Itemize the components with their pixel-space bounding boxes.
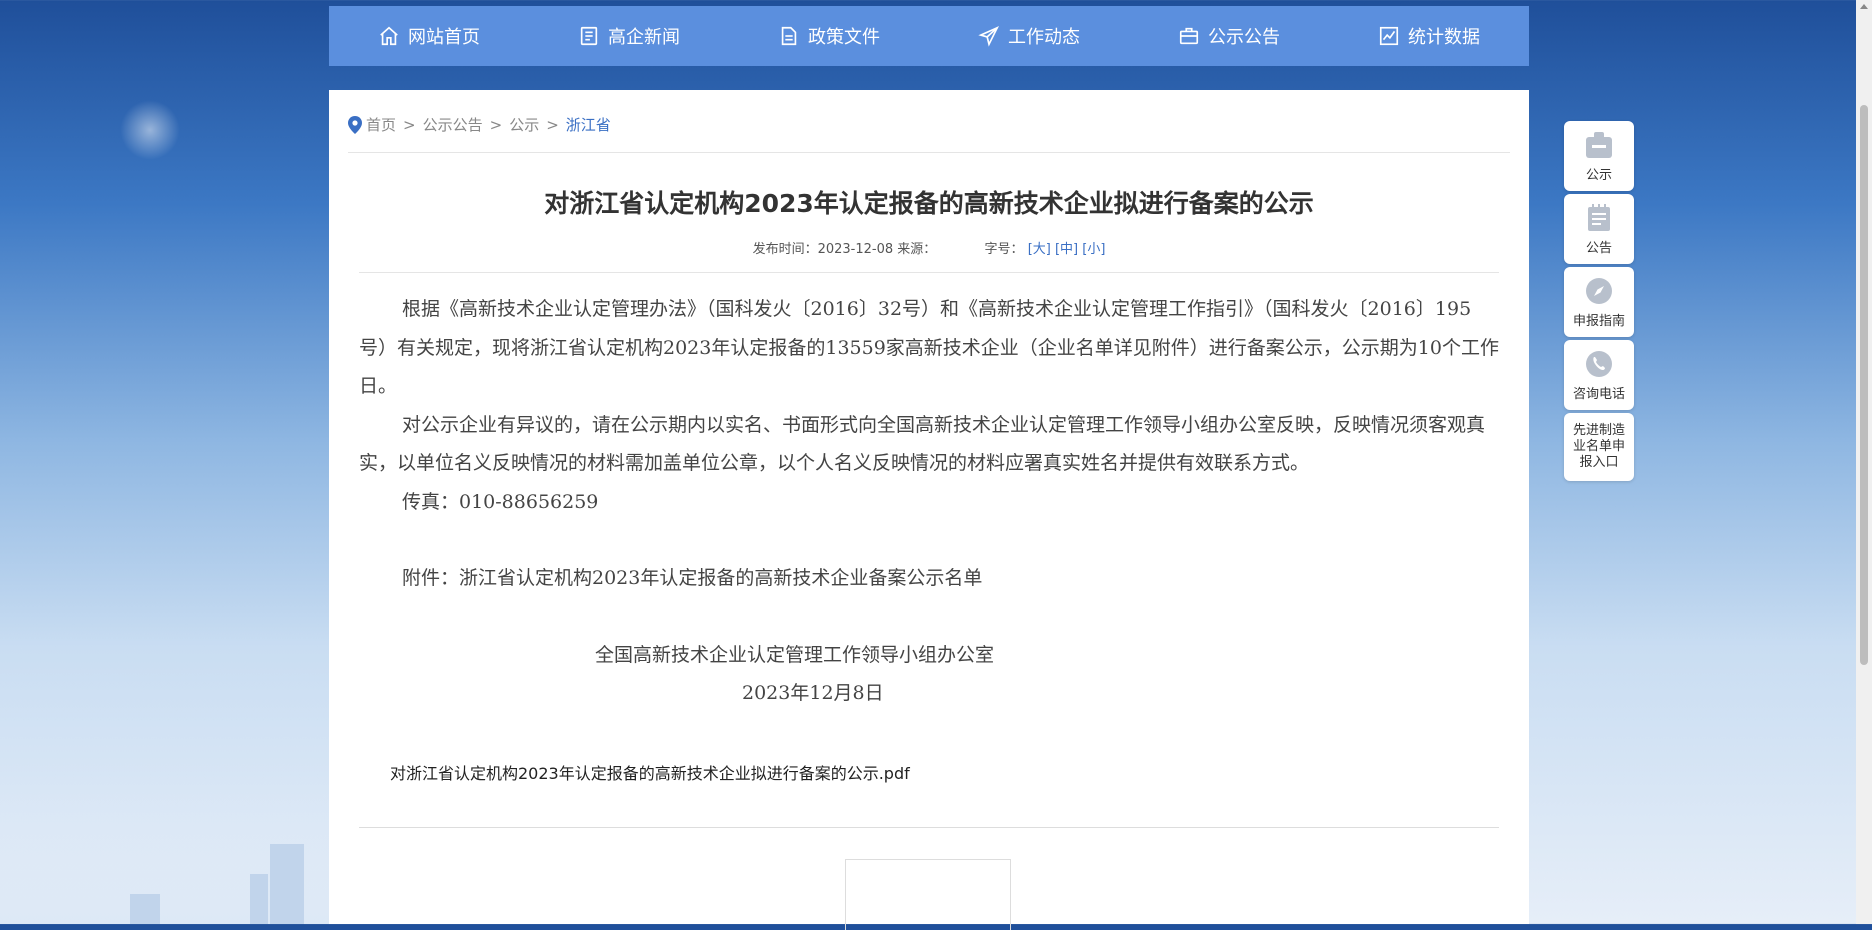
compass-icon [1586,277,1612,304]
side-label: 公示 [1585,167,1612,183]
signature-org: 全国高新技术企业认定管理工作领导小组办公室 [595,643,995,666]
divider [348,152,1510,153]
font-size-label: 字号： [984,242,1024,257]
background-glow [120,100,180,160]
notepad-icon [1588,203,1610,231]
breadcrumb: 首页 > 公示公告 > 公示 > 浙江省 [348,114,611,135]
pdf-attachment-link[interactable]: 对浙江省认定机构2023年认定报备的高新技术企业拟进行备案的公示.pdf [390,760,910,784]
divider [359,827,1499,828]
side-announcement-button[interactable]: 公告 [1564,194,1634,264]
nav-label: 政策文件 [808,27,880,48]
font-size-medium[interactable]: [中] [1055,242,1078,257]
paragraph: 传真：010-88656259 [402,490,599,513]
paragraph: 对公示企业有异议的，请在公示期内以实名、书面形式向全国高新技术企业认定管理工作领… [359,413,1486,475]
clipboard-icon [1586,131,1612,158]
chart-icon [1379,26,1399,46]
side-manufacturing-entry-button[interactable]: 先进制造业名单申报入口 [1564,413,1634,481]
side-guide-button[interactable]: 申报指南 [1564,267,1634,337]
signature-date: 2023年12月8日 [742,682,884,704]
side-label: 申报指南 [1572,313,1625,329]
breadcrumb-separator: > [546,115,559,134]
side-label: 公告 [1585,240,1612,256]
article-meta: 发布时间：2023-12-08 来源： 字号： [大] [中] [小] [329,238,1529,257]
publish-info: 发布时间：2023-12-08 来源： [752,242,937,257]
side-label: 咨询电话 [1572,386,1625,402]
nav-work[interactable]: 工作动态 [978,23,1080,49]
side-publicity-button[interactable]: 公示 [1564,121,1634,191]
article-title: 对浙江省认定机构2023年认定报备的高新技术企业拟进行备案的公示 [544,189,1314,218]
home-icon [380,26,398,46]
side-phone-button[interactable]: 咨询电话 [1564,340,1634,410]
article-body: 根据《高新技术企业认定管理办法》（国科发火〔2016〕32号）和《高新技术企业认… [359,290,1499,713]
paper-plane-icon [978,26,1000,47]
nav-stats[interactable]: 统计数据 [1378,23,1480,49]
scroll-up-arrow-icon[interactable] [1860,4,1868,9]
font-size-small[interactable]: [小] [1082,242,1105,257]
nav-label: 工作动态 [1008,27,1080,48]
content-panel: 首页 > 公示公告 > 公示 > 浙江省 对浙江省认定机构2023年认定报备的高… [329,90,1529,930]
nav-news[interactable]: 高企新闻 [578,23,680,49]
top-nav: 网站首页 高企新闻 政策文件 工作动态 公示公告 统计数据 [329,6,1529,66]
location-pin-icon [348,115,362,134]
breadcrumb-current[interactable]: 浙江省 [566,114,611,135]
nav-label: 统计数据 [1408,27,1480,48]
phone-icon [1586,350,1612,377]
font-size-large[interactable]: [大] [1028,242,1051,257]
attachment-text: 附件：浙江省认定机构2023年认定报备的高新技术企业备案公示名单 [402,567,983,589]
nav-label: 高企新闻 [608,27,680,48]
paragraph: 根据《高新技术企业认定管理办法》（国科发火〔2016〕32号）和《高新技术企业认… [359,298,1499,397]
breadcrumb-home[interactable]: 首页 [366,114,396,135]
scrollbar[interactable] [1856,0,1872,924]
breadcrumb-separator: > [489,115,503,134]
nav-label: 网站首页 [408,27,480,48]
side-toolbar: 公示 公告 申报指南 咨询电话 先进制造业名单申报入口 [1564,121,1634,484]
breadcrumb-publicity[interactable]: 公示 [509,114,539,135]
document-icon [781,26,797,46]
nav-label: 公示公告 [1208,27,1280,48]
nav-notice[interactable]: 公示公告 [1178,23,1280,49]
nav-policy[interactable]: 政策文件 [778,23,880,49]
qr-code-box [845,859,1011,930]
scrollbar-thumb[interactable] [1860,105,1868,665]
side-label: 先进制造业名单申报入口 [1572,423,1625,470]
breadcrumb-separator: > [403,115,416,134]
breadcrumb-notices[interactable]: 公示公告 [423,114,483,135]
background-city [0,784,330,924]
divider [359,272,1499,273]
news-icon [580,26,598,46]
nav-home[interactable]: 网站首页 [378,23,480,49]
briefcase-icon [1179,27,1199,45]
